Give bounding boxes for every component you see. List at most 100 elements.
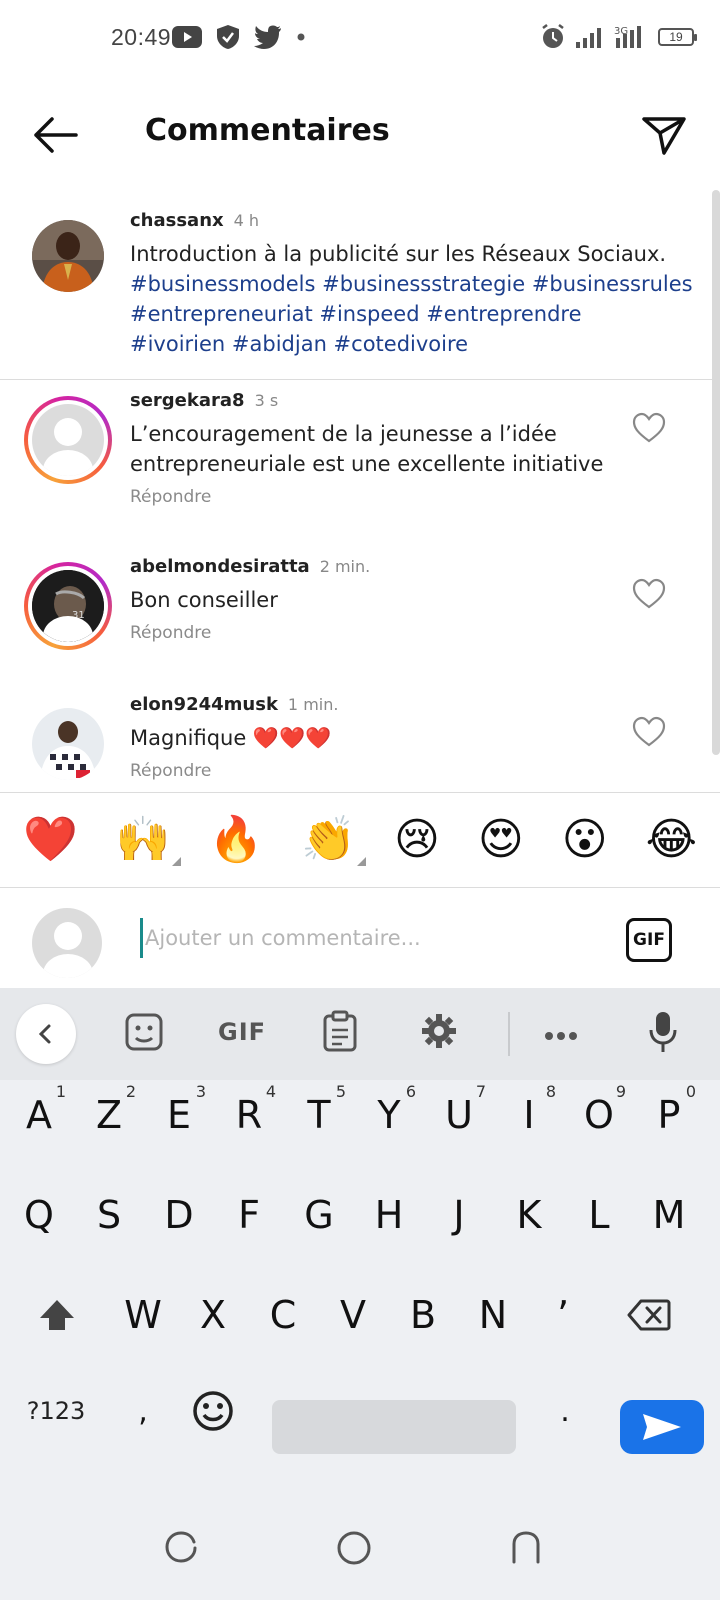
emoji-raised-hands[interactable]: 🙌 <box>116 818 181 866</box>
emoji-surprised[interactable]: 😮 <box>562 818 608 862</box>
recent-apps-button[interactable] <box>164 1530 198 1568</box>
keyboard-toolbar: GIF <box>0 988 720 1080</box>
key-f[interactable]: F <box>214 1170 284 1260</box>
symbols-key[interactable]: ?123 <box>20 1366 92 1456</box>
back-button[interactable] <box>28 113 80 157</box>
comma-key[interactable]: , <box>108 1366 178 1456</box>
key-i[interactable]: I8 <box>494 1070 564 1160</box>
header: Commentaires <box>0 95 720 175</box>
key-c[interactable]: C <box>248 1270 318 1360</box>
backspace-key[interactable] <box>614 1270 684 1360</box>
comment-input[interactable] <box>140 918 590 958</box>
key-n[interactable]: N <box>458 1270 528 1360</box>
emoji-fire[interactable]: 🔥 <box>209 818 264 862</box>
recent-apps-icon <box>165 1531 197 1563</box>
space-key[interactable] <box>272 1400 516 1454</box>
key-b[interactable]: B <box>388 1270 458 1360</box>
key-label: A <box>26 1093 52 1137</box>
heart-icon <box>632 412 666 443</box>
comments-list[interactable]: chassanx 4 h Introduction à la publicité … <box>0 190 720 790</box>
like-button[interactable] <box>632 412 666 444</box>
like-button[interactable] <box>632 578 666 610</box>
dot-icon <box>297 33 305 41</box>
caption-time: 4 h <box>233 211 260 230</box>
story-ring[interactable] <box>24 396 112 484</box>
story-ring[interactable]: 31 <box>24 562 112 650</box>
key-l[interactable]: L <box>564 1170 634 1260</box>
emoji-key[interactable] <box>178 1366 248 1456</box>
reply-button[interactable]: Répondre <box>130 761 338 781</box>
key-y[interactable]: Y6 <box>354 1070 424 1160</box>
keyboard-settings-button[interactable] <box>420 1012 458 1054</box>
caption-username[interactable]: chassanx <box>130 210 224 231</box>
key-o[interactable]: O9 <box>564 1070 634 1160</box>
key-hint: 0 <box>685 1082 696 1101</box>
key-h[interactable]: H <box>354 1170 424 1260</box>
voice-input-button[interactable] <box>648 1010 678 1058</box>
key-v[interactable]: V <box>318 1270 388 1360</box>
caption-hashtags-line3[interactable]: #ivoirien #abidjan #cotedivoire <box>130 329 693 359</box>
caption-hashtags-line1[interactable]: #businessmodels #businessstrategie #busi… <box>130 269 693 299</box>
back-arch-icon <box>512 1531 540 1564</box>
caption-body: chassanx 4 h Introduction à la publicité … <box>130 210 693 359</box>
key-t[interactable]: T5 <box>284 1070 354 1160</box>
emoji-heart[interactable]: ❤️ <box>23 818 78 862</box>
reply-button[interactable]: Répondre <box>130 487 603 507</box>
key-apostrophe[interactable]: ’ <box>528 1270 598 1360</box>
avatar[interactable] <box>32 708 104 780</box>
comment-username[interactable]: abelmondesiratta <box>130 556 310 577</box>
back-nav-button[interactable] <box>510 1530 542 1568</box>
key-u[interactable]: U7 <box>424 1070 494 1160</box>
emoji-laughing[interactable]: 😂 <box>646 818 697 862</box>
key-q[interactable]: Q <box>4 1170 74 1260</box>
key-hint: 1 <box>55 1082 66 1101</box>
keyboard-gif-button[interactable]: GIF <box>218 1018 266 1046</box>
key-m[interactable]: M <box>634 1170 704 1260</box>
scrollbar[interactable] <box>712 190 720 755</box>
page-title: Commentaires <box>145 113 390 148</box>
key-j[interactable]: J <box>424 1170 494 1260</box>
reply-button[interactable]: Répondre <box>130 623 370 643</box>
key-p[interactable]: P0 <box>634 1070 704 1160</box>
youtube-icon <box>172 26 202 48</box>
emoji-clapping[interactable]: 👏 <box>301 818 367 866</box>
status-bar: 20:49 3G 19 <box>0 0 720 80</box>
clipboard-button[interactable] <box>322 1010 358 1056</box>
send-arrow-icon <box>643 1414 681 1440</box>
key-r[interactable]: R4 <box>214 1070 284 1160</box>
avatar[interactable] <box>32 220 104 292</box>
key-d[interactable]: D <box>144 1170 214 1260</box>
emoji-crying[interactable]: 😢 <box>394 818 440 862</box>
enter-key[interactable] <box>620 1400 704 1454</box>
key-label: T <box>307 1093 331 1137</box>
key-a[interactable]: A1 <box>4 1070 74 1160</box>
like-button[interactable] <box>632 716 666 748</box>
current-user-avatar <box>32 908 102 978</box>
shift-key[interactable] <box>22 1270 92 1360</box>
key-label: L <box>588 1193 610 1237</box>
key-label: C <box>269 1293 297 1337</box>
key-e[interactable]: E3 <box>144 1070 214 1160</box>
key-k[interactable]: K <box>494 1170 564 1260</box>
sticker-button[interactable] <box>124 1012 164 1056</box>
share-button[interactable] <box>638 109 690 161</box>
comment-username[interactable]: sergekara8 <box>130 390 245 411</box>
period-key[interactable]: . <box>530 1366 600 1456</box>
key-x[interactable]: X <box>178 1270 248 1360</box>
gif-button[interactable]: GIF <box>626 918 672 962</box>
comment-body: abelmondesiratta 2 min. Bon conseiller Ré… <box>130 556 370 643</box>
home-button[interactable] <box>336 1530 372 1570</box>
keyboard-back-button[interactable] <box>16 1004 76 1064</box>
key-g[interactable]: G <box>284 1170 354 1260</box>
key-label: E <box>166 1093 191 1137</box>
caption-hashtags-line2[interactable]: #entrepreneuriat #inspeed #entreprendre <box>130 299 693 329</box>
comment-username[interactable]: elon9244musk <box>130 694 278 715</box>
key-label: P <box>657 1093 681 1137</box>
key-s[interactable]: S <box>74 1170 144 1260</box>
key-w[interactable]: W <box>108 1270 178 1360</box>
more-options-button[interactable] <box>544 1026 578 1045</box>
smiley-icon <box>193 1391 233 1431</box>
emoji-heart-eyes[interactable]: 😍 <box>478 818 524 862</box>
signal-3g-icon: 3G <box>614 26 641 48</box>
key-z[interactable]: Z2 <box>74 1070 144 1160</box>
